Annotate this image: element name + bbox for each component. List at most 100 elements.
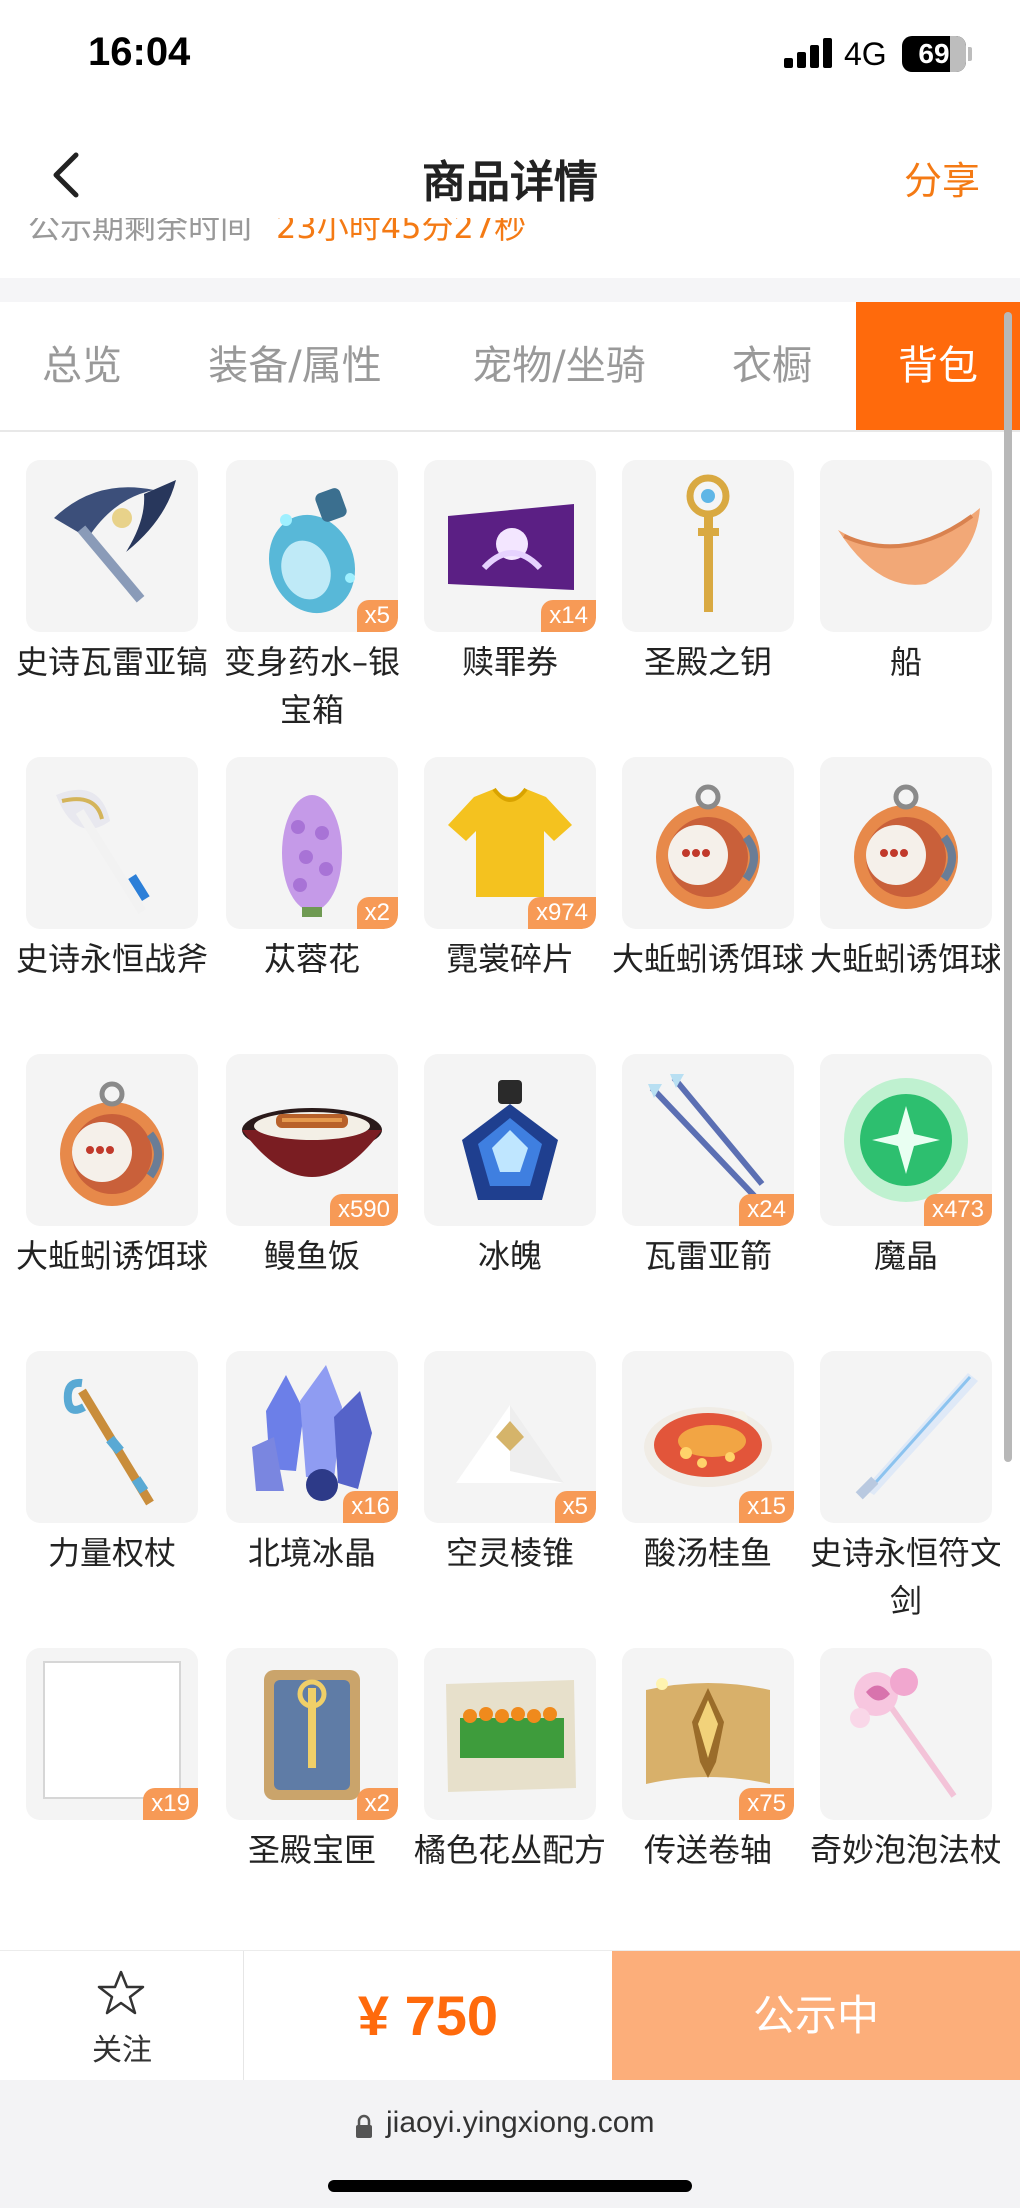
backpack-item[interactable]: 船: [820, 432, 992, 722]
item-thumbnail[interactable]: x473: [820, 1054, 992, 1226]
item-thumbnail[interactable]: [622, 460, 794, 632]
item-thumbnail[interactable]: x19: [26, 1648, 198, 1820]
item-thumbnail[interactable]: [820, 757, 992, 929]
status-bar: 16:04 4G 69: [0, 0, 1020, 110]
item-thumbnail[interactable]: x14: [424, 460, 596, 632]
url-text: jiaoyi.yingxiong.com: [386, 2106, 655, 2139]
item-thumbnail[interactable]: x16: [226, 1351, 398, 1523]
backpack-item[interactable]: x5 空灵棱锥: [424, 1323, 596, 1613]
backpack-item[interactable]: x15 酸汤桂鱼: [622, 1323, 794, 1613]
battle-axe-icon: [56, 789, 150, 915]
item-name: 霓裳碎片: [445, 940, 574, 978]
item-thumbnail[interactable]: [26, 757, 198, 929]
item-name: 变身药水–银宝箱: [223, 643, 400, 729]
browser-address-bar[interactable]: jiaoyi.yingxiong.com: [0, 2080, 1020, 2208]
tab-wardrobe[interactable]: 衣橱: [704, 302, 840, 430]
backpack-item[interactable]: x16 北境冰晶: [226, 1323, 398, 1613]
item-thumbnail[interactable]: [424, 1648, 596, 1820]
backpack-item[interactable]: 力量权杖: [26, 1323, 198, 1613]
battery-empty-part: [950, 36, 966, 72]
item-count-badge: x974: [527, 897, 596, 929]
item-thumbnail[interactable]: x24: [622, 1054, 794, 1226]
item-thumbnail[interactable]: [424, 1054, 596, 1226]
item-count-badge: x16: [343, 1491, 398, 1523]
bait-ball-icon: [854, 784, 958, 909]
item-thumbnail[interactable]: [820, 1351, 992, 1523]
backpack-item[interactable]: x473 魔晶: [820, 1026, 992, 1316]
item-thumbnail[interactable]: [820, 460, 992, 632]
backpack-item[interactable]: 大蚯蚓诱饵球: [810, 729, 1000, 1019]
item-name: 赎罪券: [461, 643, 558, 681]
item-thumbnail[interactable]: x590: [226, 1054, 398, 1226]
tab-overview[interactable]: 总览: [20, 302, 144, 430]
tab-equipment[interactable]: 装备/属性: [184, 302, 406, 430]
item-thumbnail[interactable]: [820, 1648, 992, 1820]
bait-ball-icon: [656, 784, 760, 909]
status-button[interactable]: 公示中: [612, 1951, 1020, 2081]
item-name: 圣殿宝匣: [247, 1831, 376, 1869]
backpack-item[interactable]: 冰魄: [424, 1026, 596, 1316]
battery-nub: [968, 47, 972, 61]
star-icon: [97, 1970, 145, 2015]
item-thumbnail[interactable]: x15: [622, 1351, 794, 1523]
backpack-item[interactable]: x974 霓裳碎片: [424, 729, 596, 1019]
item-name: 空灵棱锥: [445, 1534, 574, 1572]
item-name: 魔晶: [873, 1237, 938, 1275]
pickaxe-icon: [54, 480, 176, 603]
item-thumbnail[interactable]: [26, 460, 198, 632]
bubble-wand-icon: [850, 1668, 957, 1798]
backpack-item[interactable]: 大蚯蚓诱饵球: [16, 1026, 208, 1316]
item-thumbnail[interactable]: [26, 1351, 198, 1523]
item-thumbnail[interactable]: [26, 1054, 198, 1226]
backpack-item[interactable]: 奇妙泡泡法杖: [810, 1620, 1000, 1910]
scepter-icon: [63, 1378, 154, 1506]
item-thumbnail[interactable]: [622, 757, 794, 929]
golden-key-icon: [686, 474, 730, 612]
ice-gem-flask-icon: [462, 1080, 558, 1200]
item-thumbnail[interactable]: x2: [226, 757, 398, 929]
backpack-item[interactable]: 圣殿之钥: [622, 432, 794, 722]
item-name: 史诗永恒符文剑: [809, 1534, 1000, 1620]
backpack-grid: 史诗瓦雷亚镐 x5 变身药水–银宝箱 x14 赎罪券 圣殿之钥 船史诗永恒战斧 x2 苁蓉花 x9…: [0, 432, 1000, 1950]
item-thumbnail[interactable]: x5: [226, 460, 398, 632]
item-name: 大蚯蚓诱饵球: [611, 940, 804, 978]
item-name: 史诗瓦雷亚镐: [15, 643, 208, 681]
backpack-item[interactable]: 史诗永恒战斧: [16, 729, 208, 1019]
status-time: 16:04: [88, 30, 191, 74]
item-thumbnail[interactable]: x2: [226, 1648, 398, 1820]
item-name: 橘色花丛配方: [413, 1831, 606, 1869]
item-count-badge: x5: [554, 1491, 596, 1523]
tab-bar: 总览 装备/属性 宠物/坐骑 衣橱 背包: [0, 302, 1020, 432]
share-button[interactable]: 分享: [904, 150, 980, 205]
bait-ball-icon: [60, 1081, 164, 1206]
signal-icon: [784, 38, 832, 68]
item-count-badge: x15: [739, 1491, 794, 1523]
backpack-item[interactable]: x2 苁蓉花: [226, 729, 398, 1019]
backpack-item[interactable]: x75 传送卷轴: [622, 1620, 794, 1910]
follow-button[interactable]: 关注: [0, 1951, 244, 2081]
tab-pets[interactable]: 宠物/坐骑: [446, 302, 672, 430]
backpack-item[interactable]: 史诗永恒符文剑: [810, 1323, 1000, 1620]
backpack-item[interactable]: 橘色花丛配方: [414, 1620, 606, 1910]
network-type: 4G: [844, 36, 887, 72]
item-thumbnail[interactable]: x75: [622, 1648, 794, 1820]
item-name: 大蚯蚓诱饵球: [809, 940, 1000, 978]
item-thumbnail[interactable]: x974: [424, 757, 596, 929]
backpack-item[interactable]: 史诗瓦雷亚镐: [16, 432, 208, 722]
backpack-item[interactable]: x2 圣殿宝匣: [226, 1620, 398, 1910]
item-count-badge: x2: [356, 897, 398, 929]
countdown-label: 公示期剩余时间: [28, 218, 253, 246]
backpack-item[interactable]: x24 瓦雷亚箭: [622, 1026, 794, 1316]
backpack-item[interactable]: x5 变身药水–银宝箱: [224, 432, 400, 729]
backpack-item[interactable]: 大蚯蚓诱饵球: [612, 729, 804, 1019]
tab-backpack[interactable]: 背包: [856, 302, 1020, 430]
scrollbar[interactable]: [1004, 312, 1012, 1462]
item-name: 圣殿之钥: [643, 643, 772, 681]
backpack-item[interactable]: x14 赎罪券: [424, 432, 596, 722]
item-name: 大蚯蚓诱饵球: [15, 1237, 208, 1275]
backpack-item[interactable]: x19: [26, 1620, 198, 1910]
item-name: 北境冰晶: [247, 1534, 376, 1572]
item-name: 奇妙泡泡法杖: [809, 1831, 1000, 1869]
item-thumbnail[interactable]: x5: [424, 1351, 596, 1523]
backpack-item[interactable]: x590 鳗鱼饭: [226, 1026, 398, 1316]
